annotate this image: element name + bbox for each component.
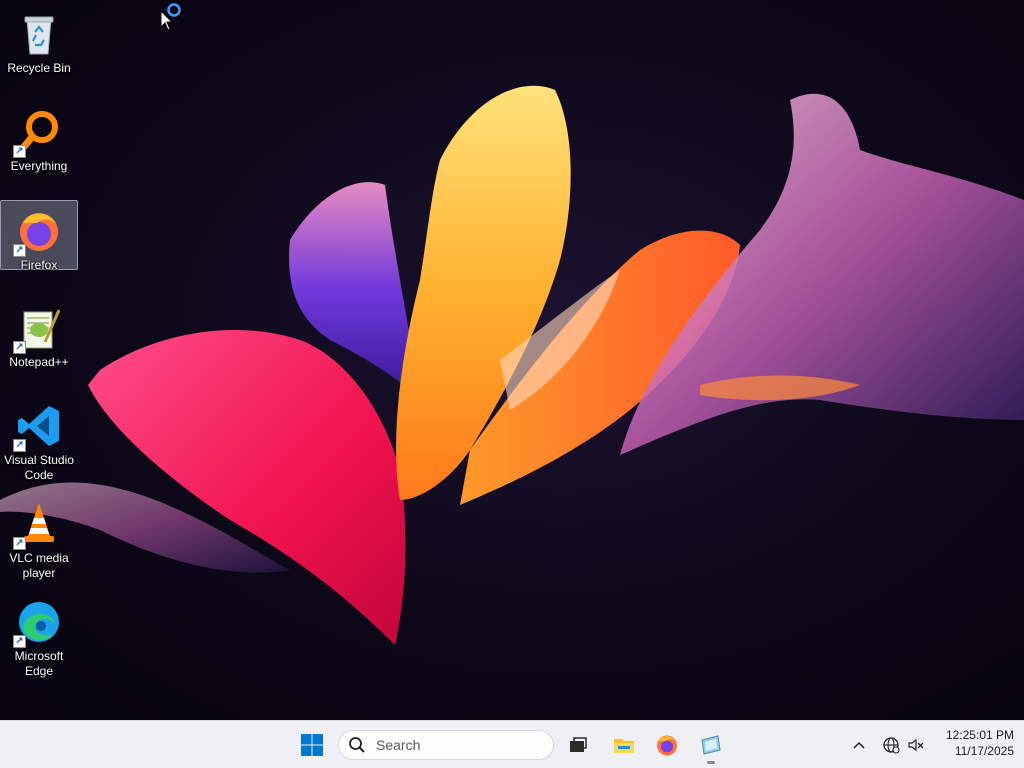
busy-pointer-icon	[160, 3, 181, 34]
taskbar-firefox[interactable]	[651, 729, 683, 761]
shortcut-arrow-icon: ↗	[13, 439, 26, 452]
taskbar-application[interactable]	[695, 729, 727, 764]
clock-date: 11/17/2025	[954, 744, 1014, 758]
network-button[interactable]	[880, 733, 902, 757]
taskbar: 12:25:01 PM 11/17/2025	[0, 720, 1024, 768]
desktop-icon-label: Firefox	[20, 258, 58, 272]
desktop-icon-label: Visual Studio Code	[4, 453, 74, 482]
taskbar-file-explorer[interactable]	[608, 729, 640, 761]
running-indicator	[707, 761, 715, 764]
shortcut-arrow-icon: ↗	[13, 145, 26, 158]
wallpaper-image	[0, 85, 1024, 645]
shortcut-arrow-icon: ↗	[13, 635, 26, 648]
volume-muted-icon	[908, 738, 924, 752]
generic-app-icon	[701, 735, 721, 755]
shortcut-arrow-icon: ↗	[13, 537, 26, 550]
start-button[interactable]	[296, 729, 328, 761]
taskbar-task-view[interactable]	[562, 729, 594, 761]
windows-start-icon	[301, 734, 323, 756]
firefox-icon	[657, 735, 677, 756]
desktop[interactable]: Recycle Bin ↗ Everything ↗ Firefox ↗ Not…	[0, 0, 1024, 720]
file-explorer-icon	[614, 739, 634, 753]
taskbar-search-box[interactable]	[338, 730, 554, 760]
volume-button[interactable]	[905, 733, 927, 757]
everything-search-icon: ↗	[13, 108, 63, 158]
desktop-icon-edge[interactable]: ↗ Microsoft Edge	[0, 592, 78, 678]
desktop-icon-label: Recycle Bin	[7, 61, 71, 75]
desktop-icon-label: Notepad++	[9, 355, 69, 369]
network-globe-icon	[883, 737, 900, 754]
desktop-icon-notepad-plus-plus[interactable]: ↗ Notepad++	[0, 298, 78, 369]
vlc-icon: ↗	[13, 500, 63, 550]
search-icon	[349, 737, 365, 753]
chevron-up-icon	[853, 741, 865, 749]
search-input[interactable]	[374, 736, 548, 754]
shortcut-arrow-icon: ↗	[13, 341, 26, 354]
taskbar-clock[interactable]: 12:25:01 PM 11/17/2025	[930, 727, 1014, 763]
task-view-icon	[570, 737, 587, 752]
firefox-icon: ↗	[13, 207, 63, 257]
desktop-icon-firefox[interactable]: ↗ Firefox	[0, 200, 78, 272]
desktop-icon-vlc[interactable]: ↗ VLC media player	[0, 494, 78, 580]
desktop-icon-vscode[interactable]: ↗ Visual Studio Code	[0, 396, 78, 482]
recycle-bin-icon	[15, 10, 63, 58]
vscode-icon: ↗	[13, 402, 63, 452]
clock-time: 12:25:01 PM	[945, 728, 1014, 742]
shortcut-arrow-icon: ↗	[13, 244, 26, 257]
notepad-plus-plus-icon: ↗	[13, 304, 63, 354]
show-hidden-icons-button[interactable]	[848, 733, 870, 757]
desktop-icon-label: VLC media player	[9, 551, 69, 580]
desktop-icon-label: Everything	[10, 159, 68, 173]
desktop-icon-label: Microsoft Edge	[14, 649, 64, 678]
desktop-icon-recycle-bin[interactable]: Recycle Bin	[0, 4, 78, 75]
edge-icon: ↗	[13, 598, 63, 648]
desktop-icon-everything[interactable]: ↗ Everything	[0, 102, 78, 173]
